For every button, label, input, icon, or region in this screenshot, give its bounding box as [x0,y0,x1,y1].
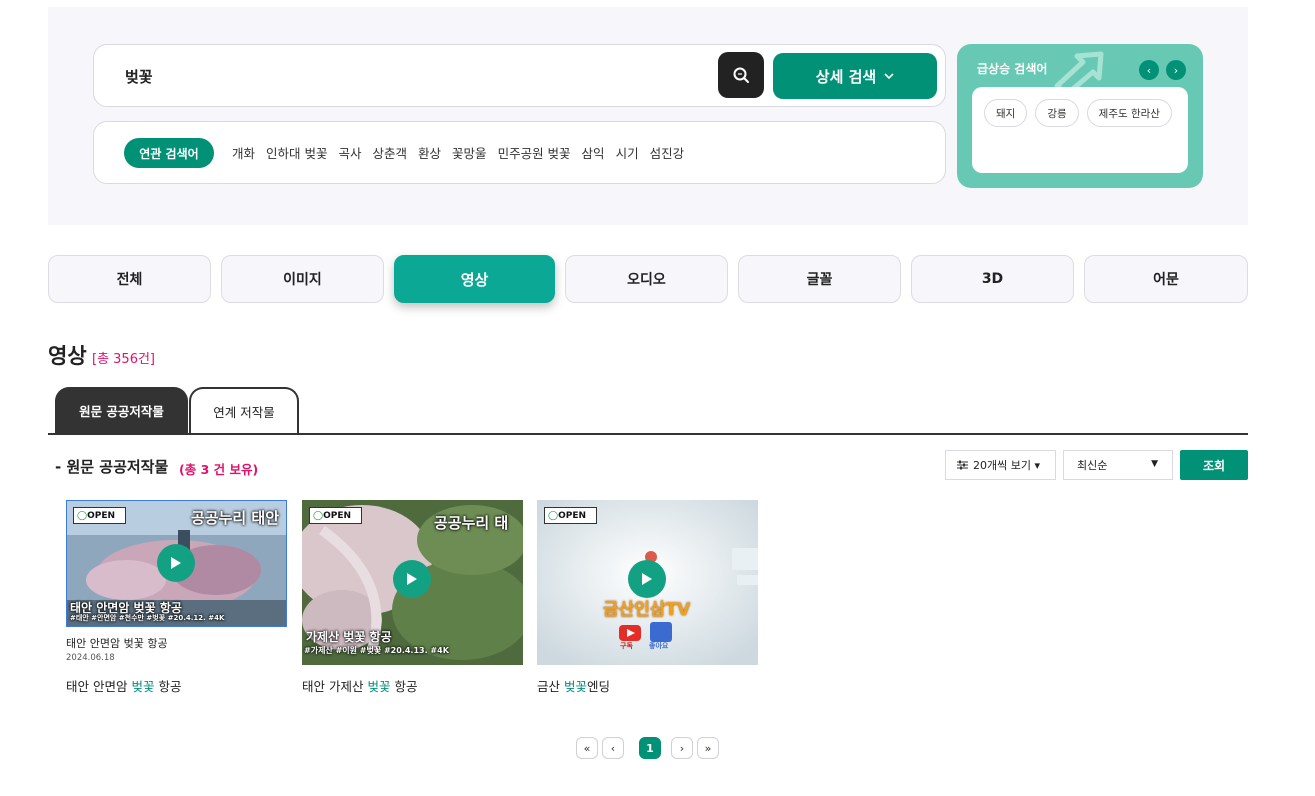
related-keyword[interactable]: 꽃망울 [452,143,487,162]
double-chevron-right-icon: » [704,741,712,755]
related-keyword[interactable]: 시기 [616,143,639,162]
video-thumbnail[interactable]: ◯ OPEN 금산인삼TV 구독 좋아요 [537,500,758,665]
page-size-select[interactable]: 20개씩 보기 ▾ [945,450,1056,480]
list-count: (총 3 건 보유) [179,462,259,477]
card-title[interactable]: 금산 벚꽃엔딩 [537,676,610,695]
trending-tag[interactable]: 돼지 [984,99,1028,127]
card-title[interactable]: 태안 가제산 벚꽃 항공 [302,676,417,695]
search-value[interactable]: 벚꽃 [125,66,153,87]
related-keyword[interactable]: 인하대 벚꽃 [266,143,327,162]
trending-tag[interactable]: 제주도 한라산 [1086,99,1172,127]
thumbnail-date: 2024.06.18 [66,653,115,663]
chevron-left-icon: ‹ [610,741,616,755]
divider [48,433,1248,435]
tab-linked-works[interactable]: 연계 저작물 [189,387,299,434]
trend-arrow-icon [1054,51,1104,90]
open-license-badge: ◯ OPEN [73,507,126,524]
video-card[interactable]: ◯ OPEN 금산인삼TV 구독 좋아요 금산 벚꽃엔딩 [537,500,758,694]
related-keyword[interactable]: 곡사 [339,143,362,162]
like-text: 좋아요 [649,642,669,650]
video-card[interactable]: ◯ OPEN 공공누리 태 가제산 벚꽃 항공 #가제산 #이원 #벚꽃 #20.… [302,500,523,694]
chevron-right-icon: › [679,741,685,755]
tab-video[interactable]: 영상 [394,255,555,303]
tab-original-works[interactable]: 원문 공공저작물 [55,387,188,434]
play-icon [171,557,181,569]
thumbnail-bottom-text: 가제산 벚꽃 항공 [306,630,392,644]
trending-prev-button[interactable]: ‹ [1139,60,1159,80]
trending-tag[interactable]: 강릉 [1035,99,1079,127]
related-badge: 연관 검색어 [124,138,214,168]
related-keywords: 연관 검색어 개화 인하대 벚꽃 곡사 상춘객 환상 꽃망울 민주공원 벚꽃 삼… [93,121,946,184]
trending-keywords: 급상승 검색어 ‹ › 돼지 강릉 제주도 한라산 [957,44,1203,188]
thumbnail-tags: #가제산 #이원 #벚꽃 #20.4.13. #4K [304,646,449,655]
play-button[interactable] [157,544,195,582]
search-button[interactable] [718,52,764,98]
thumbnail-top-text: 공공누리 태 [434,514,509,532]
open-license-badge: ◯ OPEN [544,507,597,524]
related-list: 개화 인하대 벚꽃 곡사 상춘객 환상 꽃망울 민주공원 벚꽃 삼익 시기 섬진… [232,143,684,162]
arrow-left-icon: ‹ [1146,63,1152,77]
next-page-button[interactable]: › [671,737,693,759]
related-keyword[interactable]: 민주공원 벚꽃 [498,143,571,162]
related-keyword[interactable]: 개화 [232,143,255,162]
channel-logo: 금산인삼TV [603,600,691,620]
thumbnail-tags: #태안 #안면암 #천수만 #벚꽃 #20.4.12. #4K [70,614,225,622]
tab-all[interactable]: 전체 [48,255,211,303]
arrow-right-icon: › [1173,63,1179,77]
filter-icon [957,460,968,470]
card-title[interactable]: 태안 안면암 벚꽃 항공 [66,676,181,695]
related-keyword[interactable]: 섬진강 [650,143,685,162]
thumbnail-top-text: 공공누리 태안 [190,509,279,527]
play-button[interactable] [628,560,666,598]
trending-title: 급상승 검색어 [977,62,1048,76]
related-keyword[interactable]: 상춘객 [373,143,408,162]
trending-next-button[interactable]: › [1166,60,1186,80]
related-keyword[interactable]: 삼익 [582,143,605,162]
thumbnail-caption: 태안 안면암 벚꽃 항공 [66,637,168,650]
play-icon [642,573,652,585]
search-input[interactable]: 벚꽃 상세 검색 [93,44,946,107]
page-size-label: 20개씩 보기 ▾ [973,459,1040,472]
section-title: 영상 [48,344,87,368]
page-number-current[interactable]: 1 [639,737,661,759]
first-page-button[interactable]: « [576,737,598,759]
trending-list: 돼지 강릉 제주도 한라산 [972,87,1188,173]
last-page-button[interactable]: » [697,737,719,759]
open-license-badge: ◯ OPEN [309,507,362,524]
section-count: [총 356건] [92,352,156,367]
prev-page-button[interactable]: ‹ [602,737,624,759]
related-keyword[interactable]: 환상 [418,143,441,162]
play-icon [407,573,417,585]
subscribe-text: 구독 [620,642,633,650]
tab-audio[interactable]: 오디오 [565,255,728,303]
double-chevron-left-icon: « [583,741,591,755]
detail-search-label: 상세 검색 [815,67,877,86]
chevron-down-icon [884,72,894,79]
query-button[interactable]: 조회 [1180,450,1248,480]
tab-image[interactable]: 이미지 [221,255,384,303]
tab-language[interactable]: 어문 [1084,255,1248,303]
caret-down-icon: ▼ [1151,459,1158,469]
tab-3d[interactable]: 3D [911,255,1074,303]
sort-select[interactable]: 최신순 ▼ [1063,450,1173,480]
tab-font[interactable]: 글꼴 [738,255,901,303]
video-thumbnail[interactable]: ◯ OPEN 공공누리 태 가제산 벚꽃 항공 #가제산 #이원 #벚꽃 #20.… [302,500,523,665]
video-card[interactable]: ◯ OPEN 공공누리 태안 태안 안면암 벚꽃 항공 #태안 #안면암 #천수만… [66,500,287,694]
list-heading: - 원문 공공저작물 [55,458,169,476]
search-icon [733,67,749,83]
sort-label: 최신순 [1077,459,1108,472]
search-panel: 벚꽃 상세 검색 연관 검색어 개화 인하대 벚꽃 곡사 상춘객 환상 꽃망울 … [48,7,1248,225]
play-button[interactable] [393,560,431,598]
detail-search-button[interactable]: 상세 검색 [773,53,937,99]
video-thumbnail[interactable]: ◯ OPEN 공공누리 태안 태안 안면암 벚꽃 항공 #태안 #안면암 #천수만… [66,500,287,627]
